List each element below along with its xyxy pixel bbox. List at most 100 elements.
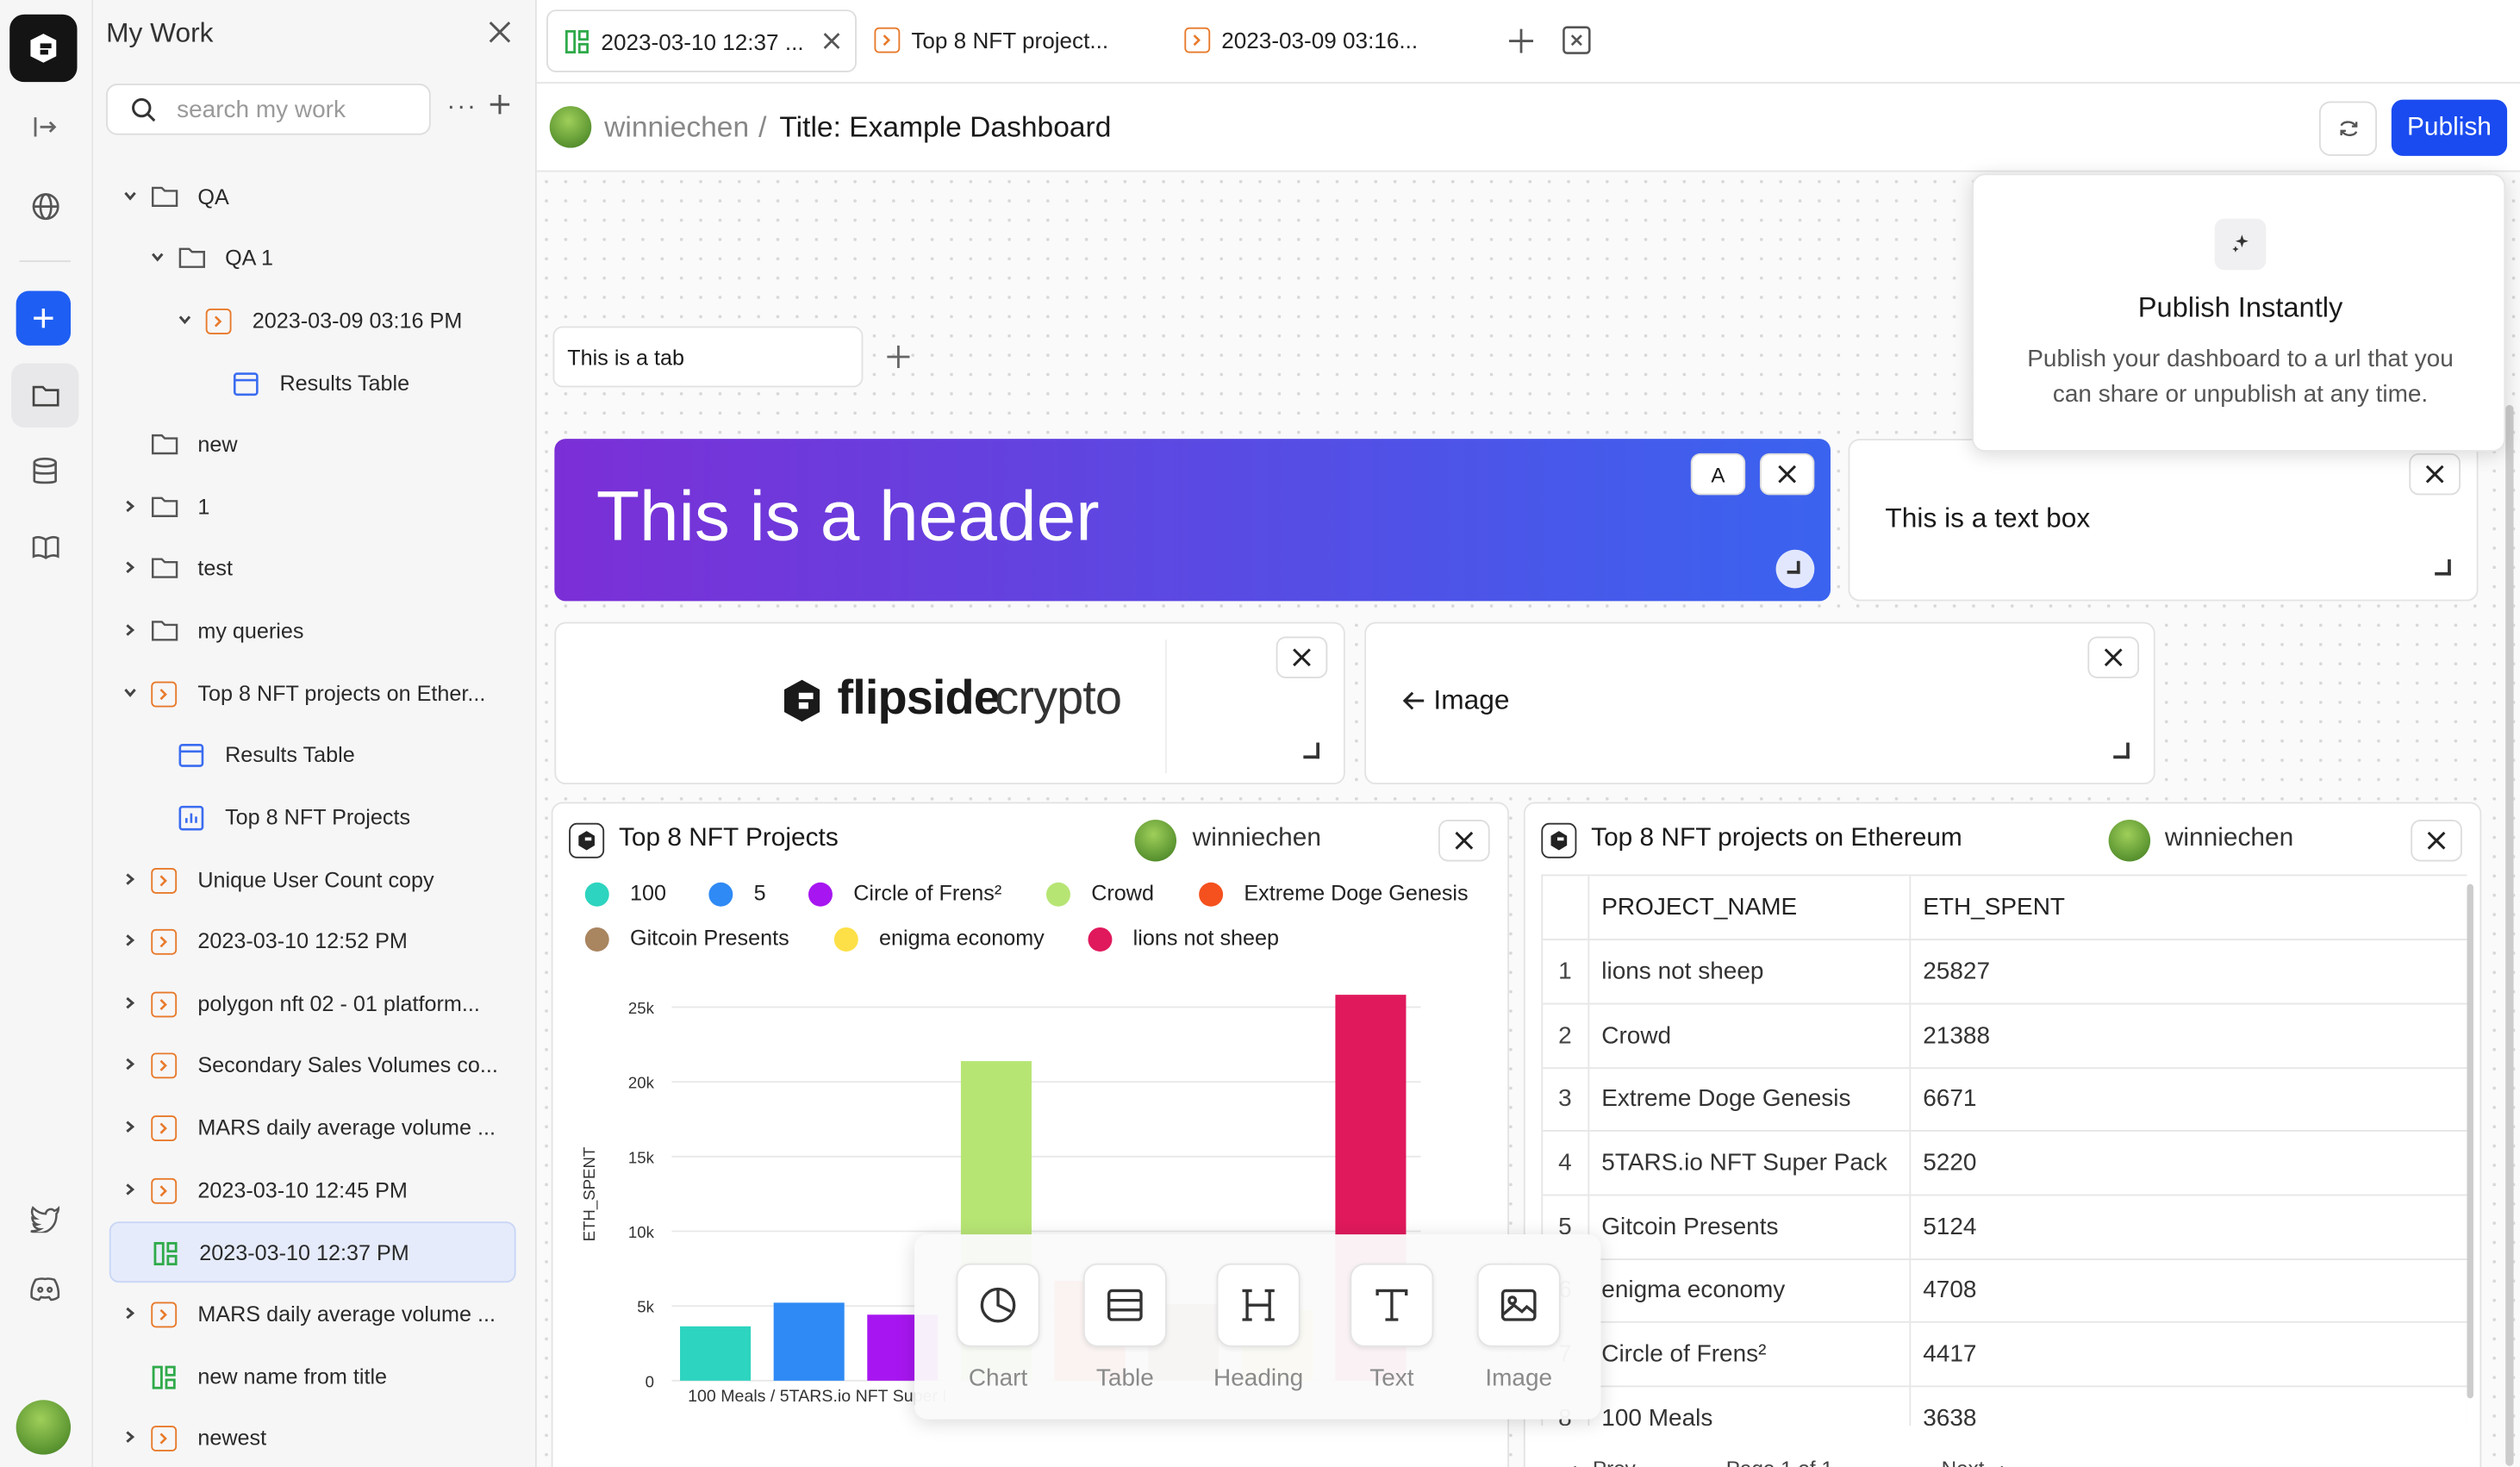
- close-sidebar-icon[interactable]: [489, 21, 511, 43]
- chevron-right-icon[interactable]: [122, 559, 139, 576]
- tree-item[interactable]: Secondary Sales Volumes co...: [93, 1035, 537, 1096]
- table-row[interactable]: 6enigma economy4708: [1543, 1258, 2467, 1324]
- tree-item[interactable]: MARS daily average volume ...: [93, 1284, 537, 1345]
- tree-item[interactable]: newest: [93, 1408, 537, 1467]
- refresh-button[interactable]: [2318, 101, 2378, 156]
- text-box-block[interactable]: This is a text box: [1848, 439, 2479, 602]
- discord-icon[interactable]: [21, 1265, 69, 1314]
- chevron-right-icon[interactable]: [122, 498, 139, 515]
- remove-header-button[interactable]: [1759, 453, 1815, 496]
- owner-link[interactable]: winniechen: [604, 111, 749, 145]
- flipside-logo-icon[interactable]: [9, 14, 78, 83]
- chevron-right-icon[interactable]: [122, 622, 139, 639]
- next-page-button[interactable]: Next ›: [1942, 1457, 2007, 1467]
- close-all-tabs-icon[interactable]: [1563, 26, 1592, 55]
- add-heading-button[interactable]: Heading: [1210, 1263, 1307, 1392]
- add-chart-button[interactable]: Chart: [950, 1263, 1046, 1392]
- tree-item[interactable]: 2023-03-10 12:45 PM: [93, 1160, 537, 1221]
- resize-handle-icon[interactable]: [2435, 559, 2451, 576]
- chevron-right-icon[interactable]: [122, 1305, 139, 1321]
- publish-button[interactable]: Publish: [2391, 99, 2508, 156]
- more-options-button[interactable]: ···: [446, 93, 477, 122]
- search-input[interactable]: search my work: [106, 83, 431, 135]
- tree-item[interactable]: Unique User Count copy: [93, 850, 537, 911]
- chevron-right-icon[interactable]: [122, 1056, 139, 1072]
- remove-table-button[interactable]: [2411, 820, 2462, 862]
- tree-item[interactable]: 2023-03-10 12:52 PM: [93, 911, 537, 972]
- resize-handle-icon[interactable]: [2113, 742, 2130, 759]
- tree-item[interactable]: new: [93, 415, 537, 476]
- database-icon[interactable]: [21, 446, 69, 495]
- chevron-right-icon[interactable]: [122, 995, 139, 1011]
- heading-style-button[interactable]: A: [1690, 453, 1746, 496]
- image-block[interactable]: Image: [1364, 621, 2155, 785]
- twitter-icon[interactable]: [21, 1195, 69, 1243]
- table-owner[interactable]: winniechen: [2165, 825, 2293, 854]
- chevron-down-icon[interactable]: [122, 684, 139, 701]
- table-column-header[interactable]: ETH_SPENT: [1909, 876, 2467, 941]
- canvas-scrollbar[interactable]: [2505, 404, 2514, 1466]
- tree-item[interactable]: 2023-03-09 03:16 PM: [93, 291, 537, 353]
- remove-image-button[interactable]: [2087, 636, 2140, 678]
- tree-item[interactable]: new name from title: [93, 1347, 537, 1408]
- header-block[interactable]: This is a header A: [554, 439, 1831, 602]
- table-row[interactable]: 7Circle of Frens²4417: [1543, 1322, 2467, 1388]
- table-scrollbar[interactable]: [2467, 883, 2473, 1399]
- resize-handle-icon[interactable]: [1775, 549, 1815, 589]
- tree-item[interactable]: MARS daily average volume ...: [93, 1098, 537, 1159]
- tree-item[interactable]: Results Table: [93, 725, 537, 786]
- tree-item[interactable]: 2023-03-10 12:37 PM: [109, 1221, 516, 1283]
- chevron-down-icon[interactable]: [149, 249, 165, 265]
- chevron-right-icon[interactable]: [122, 1429, 139, 1445]
- tree-item[interactable]: 1: [93, 478, 537, 539]
- table-row[interactable]: 1 lions not sheep 25827: [1543, 940, 2467, 1005]
- logo-image-block[interactable]: flipside crypto: [554, 621, 1345, 785]
- add-table-button[interactable]: Table: [1076, 1263, 1173, 1392]
- table-row[interactable]: 8100 Meals3638: [1543, 1386, 2467, 1426]
- expand-sidebar-icon[interactable]: [21, 103, 69, 151]
- header-block-text[interactable]: This is a header: [596, 478, 1100, 558]
- remove-logo-button[interactable]: [1276, 636, 1328, 678]
- close-tab-icon[interactable]: [823, 32, 841, 50]
- resize-handle-icon[interactable]: [1303, 742, 1319, 759]
- tree-item[interactable]: polygon nft 02 - 01 platform...: [93, 974, 537, 1035]
- table-column-header[interactable]: PROJECT_NAME: [1587, 876, 1911, 941]
- prev-page-button[interactable]: ‹ Prev: [1570, 1457, 1636, 1467]
- table-row[interactable]: 3 Extreme Doge Genesis 6671: [1543, 1067, 2467, 1133]
- add-image-button[interactable]: Image: [1470, 1263, 1567, 1392]
- chevron-down-icon[interactable]: [122, 188, 139, 204]
- globe-icon[interactable]: [21, 182, 69, 230]
- dashboard-title[interactable]: Title: Example Dashboard: [779, 111, 1111, 145]
- table-row[interactable]: 2 Crowd 21388: [1543, 1003, 2467, 1069]
- table-row[interactable]: 5 Gitcoin Presents 5124: [1543, 1195, 2467, 1260]
- my-work-folder-icon[interactable]: [11, 363, 79, 428]
- tree-item[interactable]: QA 1: [93, 228, 537, 290]
- chevron-right-icon[interactable]: [122, 871, 139, 888]
- tree-item[interactable]: my queries: [93, 601, 537, 662]
- new-item-button[interactable]: [16, 290, 72, 346]
- tree-item[interactable]: QA: [93, 167, 537, 228]
- chevron-right-icon[interactable]: [122, 1182, 139, 1198]
- tree-item[interactable]: test: [93, 539, 537, 600]
- dashboard-tab[interactable]: This is a tab: [552, 326, 864, 388]
- tab-dashboard-active[interactable]: 2023-03-10 12:37 ...: [546, 9, 857, 72]
- tree-item[interactable]: Results Table: [93, 353, 537, 415]
- table-panel[interactable]: Top 8 NFT projects on Ethereum winnieche…: [1523, 802, 2482, 1467]
- tree-item[interactable]: Top 8 NFT projects on Ether...: [93, 664, 537, 725]
- add-item-icon[interactable]: [489, 93, 511, 115]
- user-avatar[interactable]: [16, 1400, 72, 1455]
- bar[interactable]: [680, 1326, 752, 1381]
- chart-owner[interactable]: winniechen: [1193, 825, 1321, 854]
- add-text-button[interactable]: Text: [1344, 1263, 1440, 1392]
- bar[interactable]: [773, 1302, 845, 1381]
- new-tab-icon[interactable]: [1507, 28, 1535, 55]
- tab-query-top8[interactable]: Top 8 NFT project...: [871, 9, 1161, 72]
- docs-book-icon[interactable]: [21, 522, 69, 571]
- text-box-content[interactable]: This is a text box: [1885, 503, 2090, 535]
- chevron-right-icon[interactable]: [122, 1119, 139, 1135]
- chevron-right-icon[interactable]: [122, 933, 139, 949]
- remove-text-box-button[interactable]: [2409, 453, 2461, 496]
- add-dashboard-tab-icon[interactable]: [886, 344, 912, 370]
- table-row[interactable]: 4 5TARS.io NFT Super Pack 5220: [1543, 1131, 2467, 1196]
- tab-query-0309[interactable]: 2023-03-09 03:16...: [1182, 9, 1471, 72]
